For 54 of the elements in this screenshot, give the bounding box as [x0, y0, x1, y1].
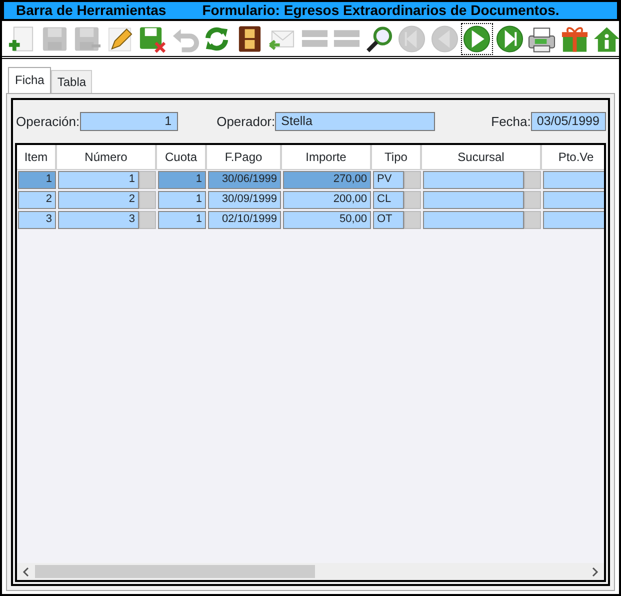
skip-back-icon — [397, 24, 426, 54]
skip-forward-icon — [494, 24, 524, 54]
table-cell: PV — [373, 170, 404, 188]
table-cell: 2 — [18, 190, 56, 208]
back-icon — [430, 24, 459, 54]
table-cell — [543, 190, 604, 208]
form-title: Formulario: Egresos Extraordinarios de Documentos. — [202, 1, 560, 20]
dropdown-button[interactable] — [139, 190, 156, 208]
table-cell: 1 — [158, 170, 206, 188]
dropdown-button[interactable] — [404, 170, 421, 188]
gift-icon — [560, 24, 589, 54]
scroll-left-icon[interactable] — [21, 566, 31, 578]
dropdown-button[interactable] — [139, 170, 156, 188]
field-label: Operador: — [216, 113, 276, 131]
table-cell: 1 — [158, 190, 206, 208]
table-cell: CL — [373, 190, 404, 208]
dropdown-button[interactable] — [139, 210, 156, 228]
table-cell — [543, 170, 604, 188]
floppy-cross-icon — [137, 24, 166, 54]
home-icon — [592, 24, 621, 54]
scroll-right-icon[interactable] — [590, 566, 600, 578]
table-cell: 30/06/1999 — [208, 170, 281, 188]
table-cell: 1 — [58, 170, 139, 188]
table-cell: 30/09/1999 — [208, 190, 281, 208]
table-cell: 1 — [18, 170, 56, 188]
table-cell — [543, 210, 604, 228]
input-field[interactable]: 03/05/1999 — [530, 112, 606, 132]
dropdown-button[interactable] — [524, 190, 541, 208]
table-cell: OT — [373, 210, 404, 228]
scrollbar-thumb[interactable] — [35, 565, 315, 578]
table-cell: 1 — [158, 210, 206, 228]
table-cell: 3 — [58, 210, 139, 228]
dropdown-button[interactable] — [524, 170, 541, 188]
field-label: Operación: — [16, 113, 80, 131]
field-label: Fecha: — [491, 113, 531, 131]
dropdown-button[interactable] — [404, 190, 421, 208]
play-icon — [462, 24, 492, 54]
next-button[interactable] — [461, 23, 492, 55]
search-icon — [364, 24, 394, 54]
last-button[interactable] — [494, 23, 525, 55]
input-field[interactable]: 1 — [80, 112, 178, 132]
table-cell: 2 — [58, 190, 139, 208]
table-cell: 270,00 — [283, 170, 371, 188]
horizontal-scrollbar[interactable] — [17, 563, 604, 580]
input-field[interactable]: Stella — [275, 112, 436, 132]
table-cell: 200,00 — [283, 190, 371, 208]
dropdown-button[interactable] — [404, 210, 421, 228]
dropdown-button[interactable] — [524, 210, 541, 228]
tab[interactable]: Ficha — [8, 67, 52, 93]
table-cell: 02/10/1999 — [208, 210, 281, 228]
tab[interactable]: Tabla — [51, 70, 92, 93]
table-cell: 3 — [18, 210, 56, 228]
table-cell: 50,00 — [283, 210, 371, 228]
toolbar-title: Barra de Herramientas — [16, 1, 166, 20]
